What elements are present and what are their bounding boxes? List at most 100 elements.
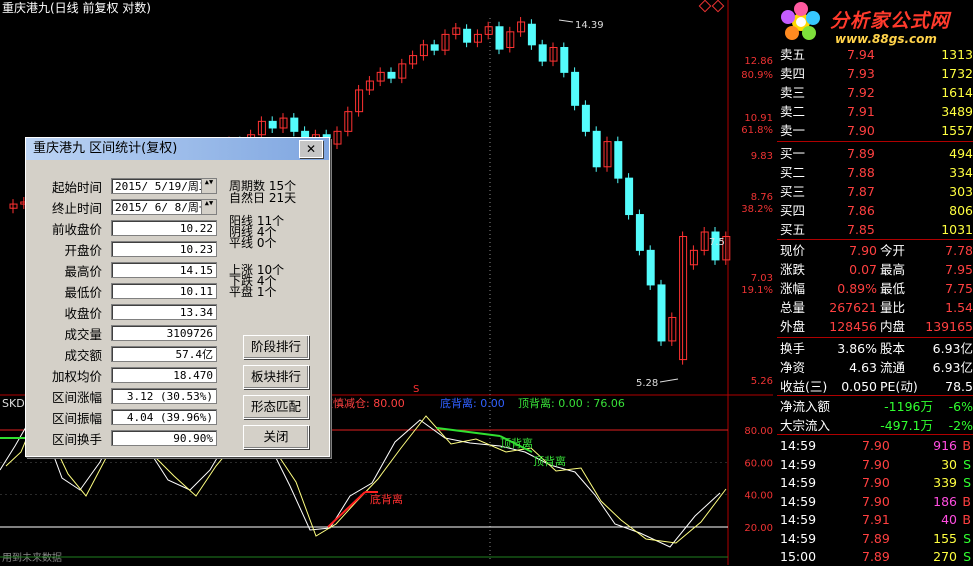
dialog-field-value: 57.4亿 xyxy=(111,346,217,362)
flow-label: 大宗流入 xyxy=(780,418,831,433)
candle-body xyxy=(614,141,623,179)
bottom-divergence-line xyxy=(327,491,366,528)
dialog-field-value: 13.34 xyxy=(111,304,217,320)
stat-row: 外盘 128456 内盘 139165 xyxy=(777,317,973,336)
dialog-field-value: 14.15 xyxy=(111,262,217,278)
stat-label: 总量 xyxy=(780,300,806,315)
tick-price: 7.90 xyxy=(862,438,890,453)
indicator-axis-label: 20.00 xyxy=(744,523,773,534)
candle-body xyxy=(387,71,396,79)
fib-axis-label: 38.2% xyxy=(741,204,773,215)
dialog-field-value: 10.23 xyxy=(111,241,217,257)
buy-volume: 806 xyxy=(949,203,973,218)
stat-label: 最高 xyxy=(880,262,906,277)
sell-price: 7.91 xyxy=(847,104,875,119)
tick-side: B xyxy=(962,512,971,527)
calendar-days: 自然日 21天 xyxy=(229,191,297,205)
buy-volume: 334 xyxy=(949,165,973,180)
stat-label: 最低 xyxy=(880,281,906,296)
candle-body xyxy=(560,46,569,73)
tick-row: 14:59 7.90 186 B xyxy=(777,492,973,511)
spin-arrows-icon[interactable]: ▲▼ xyxy=(201,200,216,214)
candle-body xyxy=(463,28,472,43)
stat-label: 今开 xyxy=(880,243,906,258)
flow-pct: -6% xyxy=(948,399,973,414)
price-axis-label: 9.83 xyxy=(751,151,773,162)
buy-label: 买五 xyxy=(780,222,806,237)
stat-value: 267621 xyxy=(829,300,877,315)
dialog-field-value: 10.22 xyxy=(111,220,217,236)
sell-volume: 1614 xyxy=(941,85,973,100)
stat-value: 3.86% xyxy=(837,341,877,356)
low-price-pointer xyxy=(659,378,679,383)
candle-body xyxy=(635,214,644,251)
candle-body xyxy=(581,104,590,132)
price-axis-label: 10.91 xyxy=(744,113,773,124)
tick-time: 14:59 xyxy=(780,438,817,453)
indicator-name: SKD xyxy=(2,397,25,410)
stage-rank-button[interactable]: 阶段排行 xyxy=(243,335,309,359)
date-picker[interactable]: 2015/ 5/19/周二 ▲▼ xyxy=(111,178,217,194)
date-picker[interactable]: 2015/ 6/ 8/周一 ▲▼ xyxy=(111,199,217,215)
sell-price: 7.94 xyxy=(847,47,875,62)
window-title: 重庆港九(日线 前复权 对数) xyxy=(2,1,151,15)
tick-side: S xyxy=(963,456,971,472)
dialog-field-label: 前收盘价 xyxy=(51,222,102,237)
fib-axis-label: 19.1% xyxy=(741,285,773,296)
stat-label: 净资 xyxy=(780,360,806,375)
dialog-field-label: 成交量 xyxy=(64,327,102,342)
tick-volume: 40 xyxy=(941,512,957,527)
buy-row: 买三 7.87 303 xyxy=(777,182,973,201)
tick-time: 14:59 xyxy=(780,512,817,527)
sell-label: 卖二 xyxy=(780,104,806,119)
sector-rank-button[interactable]: 板块排行 xyxy=(243,365,309,389)
stat-row: 涨跌 0.07 最高 7.95 xyxy=(777,260,973,279)
stat-label: 股本 xyxy=(880,341,906,356)
dialog-field-label: 终止时间 xyxy=(51,201,102,216)
tick-side: B xyxy=(962,438,971,453)
stat-value: 7.95 xyxy=(945,262,973,277)
tick-side: S xyxy=(963,475,971,490)
tick-volume: 30 xyxy=(941,456,957,472)
tick-time: 14:59 xyxy=(780,493,817,509)
buy-row: 买五 7.85 1031 xyxy=(777,220,973,239)
stat-value: 1.54 xyxy=(945,300,973,315)
stat-value: 78.5 xyxy=(945,379,973,394)
sell-volume: 1732 xyxy=(941,66,973,81)
dialog-title-bar[interactable]: 重庆港九 区间统计(复权) ✕ xyxy=(26,138,329,160)
dialog-field-value: 90.90% xyxy=(111,430,217,446)
pattern-match-button[interactable]: 形态匹配 xyxy=(243,395,309,419)
buy-row: 买四 7.86 806 xyxy=(777,201,973,220)
tick-volume: 155 xyxy=(933,530,957,546)
stat-value: 128456 xyxy=(829,319,877,334)
price-axis-label: 5.26 xyxy=(751,376,773,387)
stat-row: 涨幅 0.89% 最低 7.75 xyxy=(777,279,973,298)
tick-time: 14:59 xyxy=(780,530,817,546)
buy-label: 买四 xyxy=(780,203,806,218)
sell-volume: 3489 xyxy=(941,104,973,119)
tick-row: 14:59 7.89 155 S xyxy=(777,529,973,548)
stat-row: 现价 7.90 今开 7.78 xyxy=(777,241,973,260)
high-price-label: 14.39 xyxy=(575,20,604,31)
candle-body xyxy=(268,120,277,129)
tick-volume: 270 xyxy=(933,549,957,564)
stat-row: 总量 267621 量比 1.54 xyxy=(777,298,973,317)
spin-arrows-icon[interactable]: ▲▼ xyxy=(201,179,216,193)
stat-label: 流通 xyxy=(880,360,906,375)
quote-panel: 卖五 7.94 1313 卖四 7.93 1732 卖三 7.92 1614 卖二 7.91 3489… xyxy=(777,0,973,565)
dialog-field-label: 收盘价 xyxy=(64,306,102,321)
close-button[interactable]: 关闭 xyxy=(243,425,309,449)
close-icon[interactable]: ✕ xyxy=(299,140,323,158)
sell-price: 7.90 xyxy=(847,123,875,138)
buy-volume: 1031 xyxy=(941,222,973,237)
price-axis-label: 8.76 xyxy=(751,192,773,203)
indicator-axis-label: 80.00 xyxy=(744,426,773,437)
tick-volume: 339 xyxy=(933,475,957,490)
tick-price: 7.90 xyxy=(862,475,890,490)
tick-row: 14:59 7.91 40 B xyxy=(777,510,973,529)
tick-price: 7.90 xyxy=(862,493,890,509)
dialog-field-label: 区间振幅 xyxy=(51,411,102,426)
stat-value: 7.78 xyxy=(945,243,973,258)
tick-row: 14:59 7.90 916 B xyxy=(777,436,973,455)
flow-amount: -497.1万 xyxy=(880,418,933,433)
